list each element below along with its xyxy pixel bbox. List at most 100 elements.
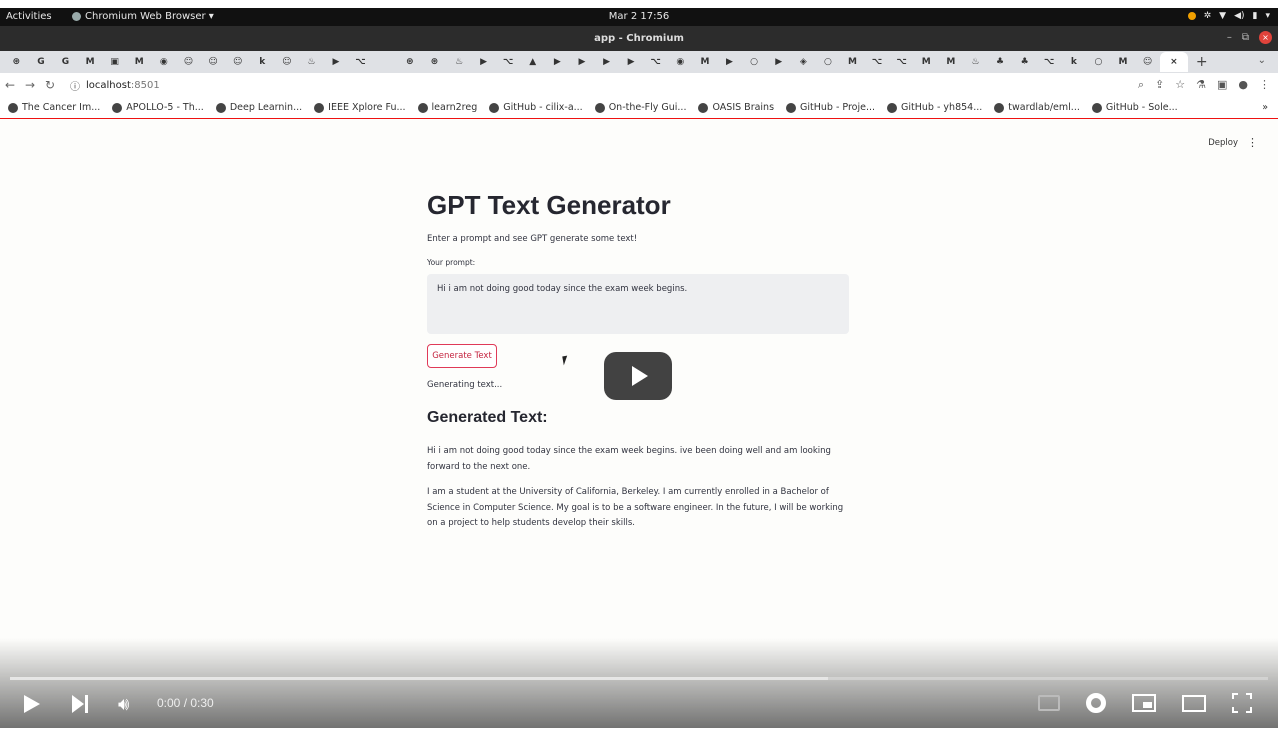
bookmark-item[interactable]: Deep Learnin... [215, 102, 302, 113]
browser-tab[interactable]: ▶ [570, 54, 595, 70]
bookmark-item[interactable]: GitHub - Sole... [1091, 102, 1178, 113]
battery-icon: ▮ [1252, 11, 1258, 21]
bookmark-item[interactable]: The Cancer Im... [8, 102, 100, 113]
settings-gear-icon[interactable] [1086, 693, 1106, 713]
bookmark-item[interactable]: GitHub - Proje... [786, 102, 875, 113]
browser-tab[interactable]: M [914, 54, 939, 70]
prompt-textarea[interactable]: Hi i am not doing good today since the e… [427, 274, 849, 334]
bookmark-star-icon[interactable]: ☆ [1175, 78, 1185, 92]
browser-tab[interactable]: ♨ [963, 54, 988, 70]
browser-tab[interactable]: ⊛ [422, 54, 447, 70]
browser-tab[interactable]: G [29, 54, 54, 70]
browser-tab[interactable]: G [53, 54, 78, 70]
output-paragraph: I am a student at the University of Cali… [427, 487, 844, 529]
browser-tab[interactable]: ⌥ [1037, 54, 1062, 70]
browser-tab[interactable]: ▲ [520, 54, 545, 70]
browser-tab[interactable]: ☺ [275, 54, 300, 70]
browser-tab[interactable]: ○ [816, 54, 841, 70]
progress-bar[interactable] [10, 677, 1268, 680]
browser-tab[interactable]: ☺ [201, 54, 226, 70]
close-button[interactable]: × [1259, 31, 1272, 44]
browser-tab[interactable]: ▶ [324, 54, 349, 70]
browser-tab[interactable]: ⌥ [889, 54, 914, 70]
browser-tab[interactable]: M [840, 54, 865, 70]
play-button-icon[interactable] [24, 695, 40, 713]
browser-tab[interactable]: ♣ [1012, 54, 1037, 70]
browser-tab[interactable]: ☺ [176, 54, 201, 70]
deploy-button[interactable]: Deploy [1208, 138, 1238, 148]
forward-button[interactable]: → [20, 78, 40, 92]
browser-menu-icon[interactable]: ⋮ [1259, 78, 1270, 92]
maximize-button[interactable]: ⧉ [1242, 32, 1249, 43]
volume-icon[interactable]: 🔊︎ [118, 694, 129, 715]
tab-search-button[interactable]: ⌄ [1258, 55, 1266, 66]
app-menu-icon[interactable]: ⋮ [1247, 136, 1258, 149]
side-panel-icon[interactable]: ▣ [1217, 78, 1227, 92]
miniplayer-icon[interactable] [1132, 694, 1156, 712]
browser-tab[interactable]: ⌥ [496, 54, 521, 70]
profile-icon[interactable]: ● [1238, 78, 1248, 92]
bookmark-item[interactable]: twardlab/eml... [994, 102, 1080, 113]
power-menu-icon: ▾ [1265, 11, 1270, 21]
omnibox[interactable]: ⓘ localhost:8501 [70, 78, 160, 93]
theater-mode-icon[interactable] [1182, 694, 1206, 712]
bookmark-item[interactable]: IEEE Xplore Fu... [314, 102, 406, 113]
bookmark-label: GitHub - Sole... [1105, 102, 1178, 113]
browser-tab[interactable]: ▶ [619, 54, 644, 70]
next-video-icon[interactable] [72, 695, 88, 713]
new-tab-button[interactable]: + [1196, 54, 1208, 70]
generate-text-button[interactable]: Generate Text [427, 344, 497, 368]
active-tab-close-icon[interactable]: × [1159, 52, 1188, 72]
browser-tab[interactable]: M [693, 54, 718, 70]
browser-tab[interactable]: M [127, 54, 152, 70]
bookmark-item[interactable]: APOLLO-5 - Th... [112, 102, 204, 113]
browser-tab[interactable]: ▶ [545, 54, 570, 70]
bookmark-item[interactable]: learn2reg [417, 102, 477, 113]
browser-tab[interactable]: ○ [742, 54, 767, 70]
browser-tab[interactable]: ♨ [447, 54, 472, 70]
site-info-icon[interactable]: ⓘ [70, 78, 80, 93]
browser-tab[interactable]: ☺ [225, 54, 250, 70]
bookmark-item[interactable]: GitHub - cilix-a... [489, 102, 583, 113]
time-display: 0:00 / 0:30 [157, 696, 214, 710]
browser-tab[interactable]: M [78, 54, 103, 70]
reload-button[interactable]: ↻ [40, 78, 60, 92]
back-button[interactable]: ← [0, 78, 20, 92]
system-tray[interactable]: ✲ ▼ ◀) ▮ ▾ [1187, 11, 1270, 21]
bookmark-favicon-icon [594, 102, 605, 113]
browser-tab[interactable]: M [1111, 54, 1136, 70]
bookmarks-overflow-button[interactable]: » [1262, 102, 1268, 113]
browser-tab[interactable]: ▶ [471, 54, 496, 70]
large-play-button[interactable] [604, 352, 672, 400]
browser-tab[interactable]: ◉ [668, 54, 693, 70]
browser-tab[interactable]: ⊛ [398, 54, 423, 70]
browser-tab[interactable]: ♨ [299, 54, 324, 70]
browser-tab[interactable]: ☺ [1135, 54, 1160, 70]
bookmark-item[interactable]: OASIS Brains [698, 102, 774, 113]
clock[interactable]: Mar 2 17:56 [0, 11, 1278, 22]
minimize-button[interactable]: – [1227, 32, 1232, 43]
browser-tab[interactable]: k [1062, 54, 1087, 70]
share-icon[interactable]: ⇪ [1155, 78, 1164, 92]
browser-tab[interactable]: ▣ [102, 54, 127, 70]
browser-tab[interactable]: ▶ [717, 54, 742, 70]
fullscreen-icon[interactable] [1232, 693, 1252, 713]
browser-tab[interactable] [373, 54, 398, 70]
subtitles-icon[interactable] [1038, 695, 1060, 711]
browser-tab[interactable]: ○ [1086, 54, 1111, 70]
browser-tab[interactable]: M [939, 54, 964, 70]
bookmark-item[interactable]: GitHub - yh854... [887, 102, 982, 113]
browser-tab[interactable]: ◉ [152, 54, 177, 70]
browser-tab[interactable]: ▶ [594, 54, 619, 70]
browser-tab[interactable]: ♣ [988, 54, 1013, 70]
browser-tab[interactable]: ⌥ [643, 54, 668, 70]
bookmark-item[interactable]: On-the-Fly Gui... [594, 102, 686, 113]
extensions-icon[interactable]: ⚗ [1196, 78, 1206, 92]
browser-tab[interactable]: ◈ [791, 54, 816, 70]
browser-tab[interactable]: ▶ [766, 54, 791, 70]
browser-tab[interactable]: ⌥ [348, 54, 373, 70]
browser-tab[interactable]: ⊛ [4, 54, 29, 70]
zoom-icon[interactable]: ⌕ [1138, 78, 1144, 92]
browser-tab[interactable]: ⌥ [865, 54, 890, 70]
browser-tab[interactable]: k [250, 54, 275, 70]
